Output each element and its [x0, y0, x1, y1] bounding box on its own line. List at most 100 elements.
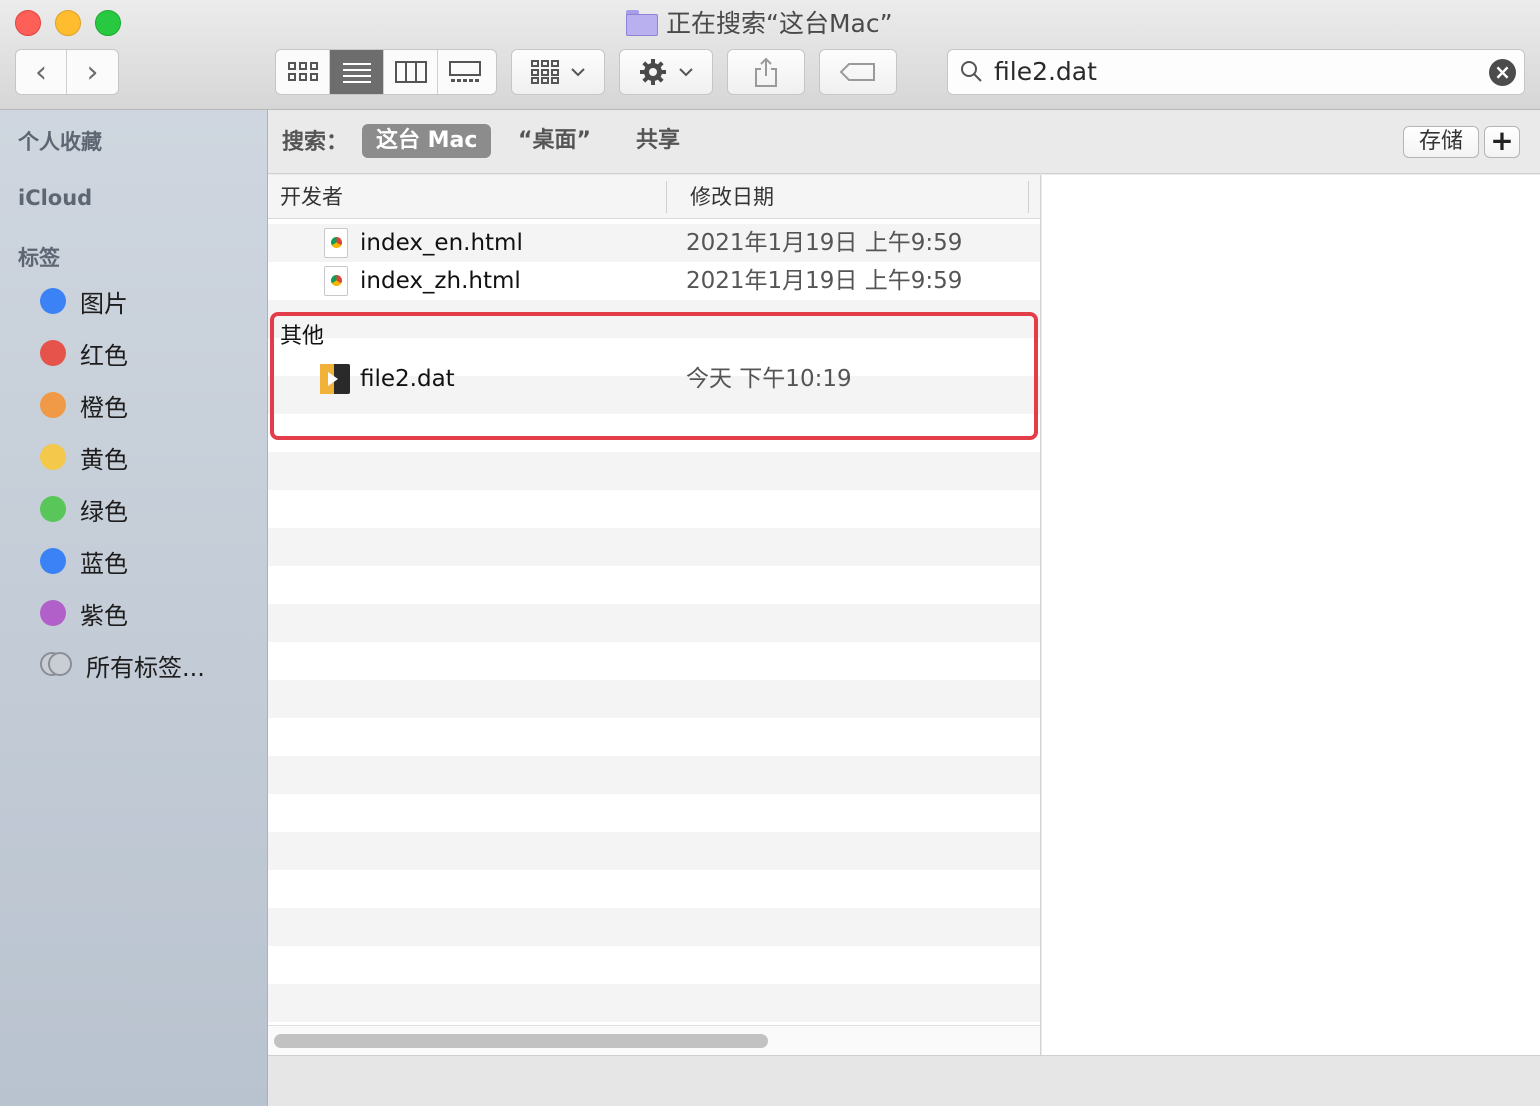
- sidebar-item-tag[interactable]: 橙色: [40, 385, 128, 425]
- list-row-background: [268, 490, 1040, 528]
- tag-color-dot-icon: [40, 288, 66, 314]
- list-row-background: [268, 870, 1040, 908]
- column-header-modified-date[interactable]: 修改日期: [690, 175, 774, 219]
- tag-color-dot-icon: [40, 496, 66, 522]
- sidebar-heading-tags[interactable]: 标签: [18, 242, 60, 272]
- list-row-background: [268, 642, 1040, 680]
- sidebar-item-tag[interactable]: 蓝色: [40, 541, 128, 581]
- zoom-window-button[interactable]: [95, 10, 121, 36]
- file-row[interactable]: index_en.html 2021年1月19日 上午9:59: [268, 224, 1040, 262]
- file-row[interactable]: index_zh.html 2021年1月19日 上午9:59: [268, 262, 1040, 300]
- sidebar-item-tag[interactable]: 红色: [40, 333, 128, 373]
- add-criteria-button[interactable]: +: [1484, 126, 1520, 158]
- search-scope-bar: 搜索： 这台 Mac “桌面” 共享 存储 +: [268, 110, 1540, 174]
- list-row-background: [268, 718, 1040, 756]
- chevron-right-icon: ›: [86, 54, 99, 90]
- column-divider[interactable]: [666, 181, 667, 213]
- column-header-developer[interactable]: 开发者: [280, 175, 343, 219]
- status-bar: [268, 1055, 1540, 1106]
- column-view-icon: [394, 61, 427, 83]
- back-button[interactable]: ‹: [16, 50, 68, 94]
- tag-color-dot-icon: [40, 340, 66, 366]
- list-row-background: [268, 946, 1040, 984]
- forward-button[interactable]: ›: [67, 50, 118, 94]
- sidebar-heading-icloud[interactable]: iCloud: [18, 186, 92, 210]
- scope-this-mac[interactable]: 这台 Mac: [362, 124, 492, 158]
- html-file-icon: [324, 228, 348, 258]
- window-title: 正在搜索“这台Mac”: [626, 6, 893, 38]
- scope-shared[interactable]: 共享: [622, 124, 694, 158]
- tag-color-dot-icon: [40, 548, 66, 574]
- list-row-background: [268, 604, 1040, 642]
- gear-icon: [640, 59, 666, 85]
- file-date: 2021年1月19日 上午9:59: [686, 230, 963, 256]
- horizontal-scrollbar[interactable]: [268, 1025, 1040, 1055]
- chevron-down-icon: [679, 68, 693, 77]
- list-row-background: [268, 984, 1040, 1022]
- search-icon: [961, 61, 982, 82]
- gallery-view-icon: [449, 61, 481, 82]
- search-field[interactable]: file2.dat ×: [947, 49, 1525, 95]
- smart-folder-icon: [626, 10, 658, 36]
- chevron-down-icon: [571, 68, 585, 77]
- file-name: index_zh.html: [360, 268, 521, 294]
- sidebar-item-tag[interactable]: 图片: [40, 281, 128, 321]
- sidebar-item-label: 绿色: [80, 497, 128, 526]
- list-row-background: [268, 528, 1040, 566]
- window-title-text: 正在搜索“这台Mac”: [666, 9, 893, 38]
- view-mode-segment: [275, 49, 497, 95]
- highlight-annotation: [270, 312, 1038, 440]
- minimize-window-button[interactable]: [55, 10, 81, 36]
- file-name: index_en.html: [360, 230, 523, 256]
- scope-label: 搜索：: [282, 130, 349, 155]
- list-row-background: [268, 756, 1040, 794]
- share-icon: [755, 57, 777, 87]
- tag-icon: [840, 63, 875, 81]
- column-header-row: 开发者 修改日期: [268, 175, 1040, 219]
- gallery-view-button[interactable]: [438, 50, 492, 94]
- all-tags-icon: [40, 652, 72, 678]
- scrollbar-thumb[interactable]: [274, 1034, 768, 1048]
- sidebar-item-label: 蓝色: [80, 549, 128, 578]
- tag-color-dot-icon: [40, 600, 66, 626]
- html-file-icon: [324, 266, 348, 296]
- clear-search-icon[interactable]: ×: [1489, 59, 1516, 86]
- list-row-background: [268, 452, 1040, 490]
- file-date: 2021年1月19日 上午9:59: [686, 268, 963, 294]
- tag-color-dot-icon: [40, 444, 66, 470]
- action-menu-button[interactable]: [619, 49, 713, 95]
- sidebar-item-label: 紫色: [80, 601, 128, 630]
- tag-color-dot-icon: [40, 392, 66, 418]
- sidebar-heading-favorites[interactable]: 个人收藏: [18, 126, 102, 156]
- icon-view-icon: [287, 62, 318, 81]
- sidebar-item-tag[interactable]: 绿色: [40, 489, 128, 529]
- search-input-value[interactable]: file2.dat: [994, 50, 1097, 94]
- column-view-button[interactable]: [384, 50, 438, 94]
- file-list: 开发者 修改日期 index_en.html 2021年1月19日 上午9:59…: [268, 175, 1041, 1055]
- sidebar-item-label: 图片: [80, 289, 128, 318]
- list-row-background: [268, 794, 1040, 832]
- save-search-button[interactable]: 存储: [1403, 126, 1479, 158]
- list-row-background: [268, 908, 1040, 946]
- preview-pane: [1042, 175, 1540, 1055]
- chevron-left-icon: ‹: [35, 54, 47, 90]
- list-view-button[interactable]: [330, 50, 384, 94]
- sidebar-item-tag[interactable]: 黄色: [40, 437, 128, 477]
- icon-view-button[interactable]: [276, 50, 330, 94]
- list-row-background: [268, 680, 1040, 718]
- list-row-background: [268, 566, 1040, 604]
- scope-desktop[interactable]: “桌面”: [504, 124, 605, 158]
- list-row-background: [268, 832, 1040, 870]
- column-divider[interactable]: [1028, 181, 1029, 213]
- window-toolbar: 正在搜索“这台Mac” ‹ › file2.dat ×: [0, 0, 1540, 110]
- group-by-button[interactable]: [511, 49, 605, 95]
- sidebar-item-label: 黄色: [80, 445, 128, 474]
- sidebar-item-label: 红色: [80, 341, 128, 370]
- sidebar-item-all-tags[interactable]: 所有标签...: [40, 645, 205, 685]
- sidebar-item-label: 橙色: [80, 393, 128, 422]
- sidebar-item-tag[interactable]: 紫色: [40, 593, 128, 633]
- share-button[interactable]: [727, 49, 805, 95]
- tag-button[interactable]: [819, 49, 897, 95]
- close-window-button[interactable]: [15, 10, 41, 36]
- list-view-icon: [342, 63, 371, 83]
